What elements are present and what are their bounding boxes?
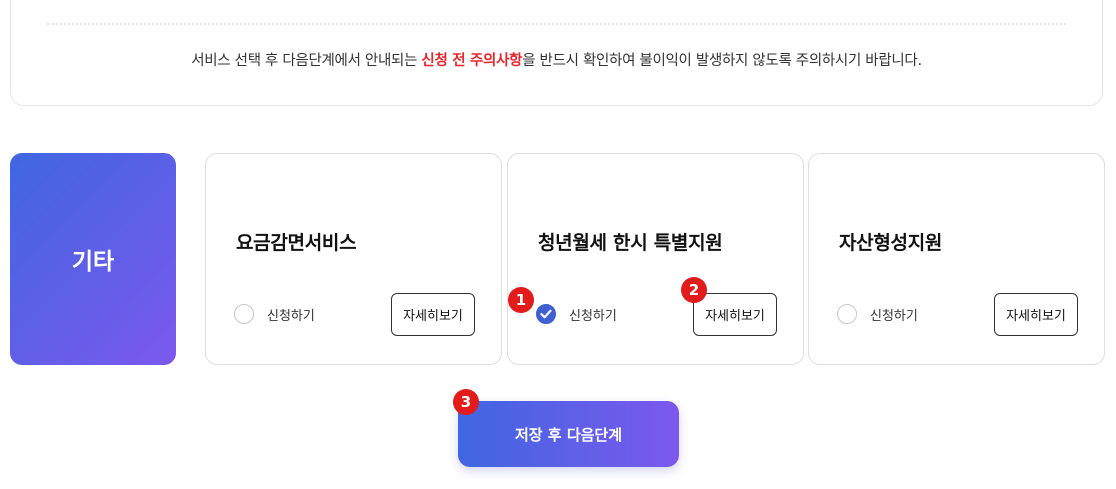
step-badge-1: 1 — [508, 287, 534, 313]
notice-text: 서비스 선택 후 다음단계에서 안내되는 신청 전 주의사항을 반드시 확인하여… — [11, 49, 1102, 70]
apply-radio-option[interactable]: 신청하기 — [837, 304, 918, 324]
radio-button[interactable] — [234, 304, 254, 324]
details-button[interactable]: 자세히보기 — [391, 293, 475, 336]
notice-emphasis: 신청 전 주의사항 — [421, 53, 523, 69]
details-button[interactable]: 자세히보기 — [994, 293, 1078, 336]
category-label: 기타 — [71, 249, 115, 275]
notice-box: 서비스 선택 후 다음단계에서 안내되는 신청 전 주의사항을 반드시 확인하여… — [10, 0, 1103, 106]
apply-radio-option[interactable]: 신청하기 — [536, 304, 617, 324]
service-card-asset-building: 자산형성지원 신청하기 자세히보기 — [808, 153, 1105, 365]
card-title: 청년월세 한시 특별지원 — [538, 232, 723, 254]
radio-label: 신청하기 — [569, 308, 617, 324]
notice-text-before: 서비스 선택 후 다음단계에서 안내되는 — [191, 53, 422, 69]
radio-button-checked[interactable] — [536, 304, 556, 324]
apply-radio-option[interactable]: 신청하기 — [234, 304, 315, 324]
category-tile-etc: 기타 — [10, 153, 176, 365]
radio-label: 신청하기 — [870, 308, 918, 324]
card-title: 자산형성지원 — [839, 232, 943, 254]
save-and-next-button[interactable]: 저장 후 다음단계 — [458, 401, 679, 467]
radio-label: 신청하기 — [267, 308, 315, 324]
service-card-fee-reduction: 요금감면서비스 신청하기 자세히보기 — [205, 153, 502, 365]
check-icon — [540, 309, 552, 319]
dotted-divider — [47, 23, 1066, 25]
step-badge-3: 3 — [453, 389, 479, 415]
details-button[interactable]: 자세히보기 — [693, 293, 777, 336]
card-title: 요금감면서비스 — [236, 232, 357, 254]
service-card-youth-rent: 청년월세 한시 특별지원 신청하기 자세히보기 — [507, 153, 804, 365]
radio-button[interactable] — [837, 304, 857, 324]
notice-text-after: 을 반드시 확인하여 불이익이 발생하지 않도록 주의하시기 바랍니다. — [522, 53, 922, 69]
step-badge-2: 2 — [681, 277, 707, 303]
